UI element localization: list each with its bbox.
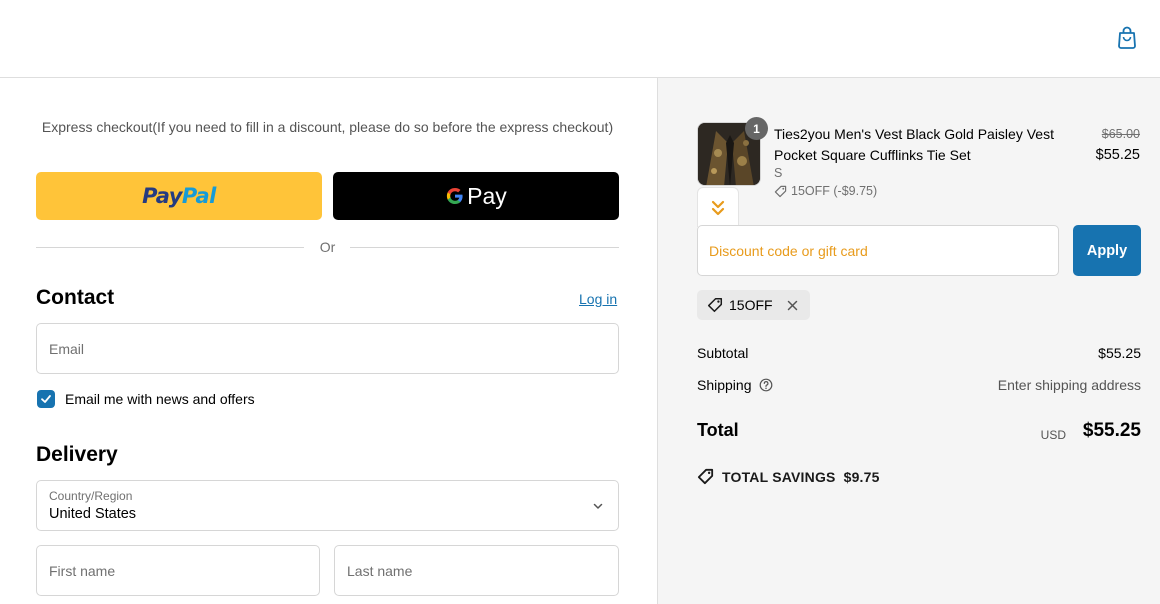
apply-button[interactable]: Apply [1073, 225, 1141, 276]
chevron-down-icon [593, 503, 603, 509]
tag-icon [697, 468, 714, 485]
last-name-placeholder: Last name [347, 563, 413, 579]
savings-label: TOTAL SAVINGS [722, 468, 836, 485]
newsletter-checkbox[interactable] [37, 390, 55, 408]
country-value: United States [49, 506, 137, 522]
newsletter-label: Email me with news and offers [65, 391, 255, 407]
product-name: Ties2you Men's Vest Black Gold Paisley V… [774, 126, 1054, 163]
tag-icon [707, 297, 723, 313]
total-label: Total [697, 420, 739, 440]
last-name-field[interactable]: Last name [334, 545, 619, 596]
contact-title: Contact [36, 286, 115, 309]
discount-code-input[interactable]: Discount code or gift card [697, 225, 1059, 276]
applied-code: 15OFF [729, 297, 773, 313]
product-variant: S [774, 166, 783, 180]
header [0, 0, 1160, 78]
currency-code: USD [1040, 428, 1066, 442]
total-savings: TOTAL SAVINGS $9.75 [697, 468, 880, 485]
total-value: $55.25 [1082, 420, 1141, 441]
shipping-row: Shipping Enter shipping address [697, 377, 1141, 393]
first-name-placeholder: First name [49, 563, 116, 579]
delivery-title: Delivery [36, 443, 118, 466]
collapse-toggle[interactable] [697, 187, 739, 227]
double-chevron-down-icon [711, 200, 725, 215]
subtotal-label: Subtotal [697, 345, 749, 361]
order-summary: 1 Ties2you Men's Vest Black Gold Paisley… [657, 78, 1160, 604]
or-divider: Or [36, 238, 619, 258]
help-icon[interactable] [759, 378, 773, 392]
subtotal-value: $55.25 [1098, 345, 1141, 361]
checkout-form: Express checkout(If you need to fill in … [0, 78, 657, 604]
shipping-label: Shipping [697, 377, 752, 393]
paypal-logo: PayPal [142, 184, 216, 208]
email-field[interactable]: Email [36, 323, 619, 374]
shipping-value: Enter shipping address [997, 377, 1141, 393]
tag-icon [774, 185, 787, 197]
total-row: Total USD $55.25 [697, 420, 1141, 444]
original-price: $65.00 [1101, 127, 1140, 141]
shopping-bag-icon[interactable] [1116, 25, 1138, 49]
close-icon[interactable] [787, 300, 798, 311]
savings-value: $9.75 [843, 468, 880, 485]
country-select[interactable]: Country/Region United States [36, 480, 619, 531]
first-name-field[interactable]: First name [36, 545, 320, 596]
discount-placeholder: Discount code or gift card [709, 243, 868, 259]
google-pay-logo: Pay [445, 183, 507, 210]
quantity-badge: 1 [745, 117, 768, 140]
google-g-icon [447, 188, 463, 204]
checkmark-icon [41, 395, 51, 403]
google-pay-button[interactable]: Pay [333, 172, 619, 220]
product-discount: 15OFF (-$9.75) [774, 184, 877, 198]
country-label: Country/Region [49, 489, 133, 503]
login-link[interactable]: Log in [579, 291, 617, 307]
paypal-button[interactable]: PayPal [36, 172, 322, 220]
product-price: $55.25 [1095, 147, 1140, 163]
express-checkout-title: Express checkout(If you need to fill in … [41, 119, 614, 135]
subtotal-row: Subtotal $55.25 [697, 345, 1141, 361]
email-placeholder: Email [49, 341, 85, 357]
applied-discount-chip: 15OFF [697, 290, 810, 320]
or-label: Or [319, 239, 336, 255]
